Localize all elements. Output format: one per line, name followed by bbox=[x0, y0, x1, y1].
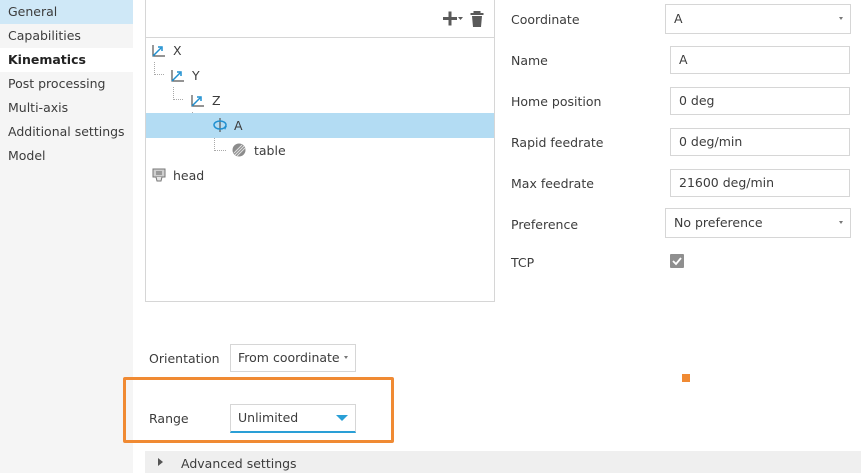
tree-node-label: X bbox=[173, 43, 182, 58]
tree-node-x[interactable]: X bbox=[146, 38, 494, 63]
add-axis-button[interactable] bbox=[442, 9, 464, 29]
orientation-label: Orientation bbox=[149, 351, 220, 366]
trash-icon bbox=[470, 11, 484, 27]
sidebar-item-general[interactable]: General bbox=[0, 0, 133, 24]
rapid-feedrate-label: Rapid feedrate bbox=[511, 135, 604, 150]
sidebar-item-additional-settings[interactable]: Additional settings bbox=[0, 120, 133, 144]
table-icon bbox=[232, 143, 246, 157]
tree-node-a[interactable]: A bbox=[146, 113, 494, 138]
tcp-checkbox[interactable] bbox=[670, 254, 684, 268]
home-position-label: Home position bbox=[511, 94, 602, 109]
tree-node-label: Y bbox=[192, 68, 200, 83]
chevron-down-icon bbox=[344, 356, 348, 359]
plus-dropdown-icon bbox=[443, 11, 463, 26]
tree-toolbar bbox=[146, 0, 494, 38]
tree-node-y[interactable]: Y bbox=[146, 63, 494, 88]
advanced-settings-label: Advanced settings bbox=[181, 456, 297, 471]
tree-node-label: Z bbox=[212, 93, 221, 108]
linear-axis-icon bbox=[191, 95, 204, 107]
preference-select[interactable]: No preference bbox=[665, 208, 851, 238]
sidebar-item-capabilities[interactable]: Capabilities bbox=[0, 24, 133, 48]
tree-node-label: table bbox=[254, 143, 286, 158]
range-label: Range bbox=[149, 411, 189, 426]
range-select[interactable]: Unlimited bbox=[230, 404, 356, 433]
name-field[interactable]: A bbox=[670, 46, 850, 74]
linear-axis-icon bbox=[152, 45, 165, 57]
kinematics-tree: X Y Z A table head bbox=[145, 0, 495, 302]
settings-sidebar: General Capabilities Kinematics Post pro… bbox=[0, 0, 133, 473]
home-position-field[interactable]: 0 deg bbox=[670, 87, 850, 115]
tree-node-label: head bbox=[173, 168, 205, 183]
chevron-down-icon bbox=[839, 221, 843, 224]
checkmark-icon bbox=[672, 257, 682, 266]
rotary-axis-icon bbox=[213, 118, 227, 132]
cursor-marker bbox=[682, 374, 690, 382]
coordinate-label: Coordinate bbox=[511, 12, 580, 27]
chevron-down-icon bbox=[336, 415, 348, 421]
rapid-feedrate-field[interactable]: 0 deg/min bbox=[670, 128, 850, 156]
tree-node-z[interactable]: Z bbox=[146, 88, 494, 113]
preference-value: No preference bbox=[674, 215, 763, 230]
linear-axis-icon bbox=[171, 70, 184, 82]
tree-node-table[interactable]: table bbox=[146, 138, 494, 163]
name-label: Name bbox=[511, 53, 548, 68]
head-icon bbox=[152, 168, 166, 182]
advanced-settings-expander[interactable]: Advanced settings bbox=[145, 451, 861, 473]
preference-label: Preference bbox=[511, 217, 579, 232]
sidebar-item-model[interactable]: Model bbox=[0, 144, 133, 168]
chevron-down-icon bbox=[839, 17, 843, 20]
sidebar-item-multi-axis[interactable]: Multi-axis bbox=[0, 96, 133, 120]
tcp-label: TCP bbox=[511, 255, 535, 270]
coordinate-value: A bbox=[674, 11, 683, 26]
sidebar-item-kinematics[interactable]: Kinematics bbox=[0, 48, 133, 72]
chevron-right-icon bbox=[158, 458, 163, 466]
max-feedrate-field[interactable]: 21600 deg/min bbox=[670, 169, 850, 197]
coordinate-select[interactable]: A bbox=[665, 4, 851, 34]
orientation-select[interactable]: From coordinate bbox=[230, 344, 356, 372]
tree-node-label: A bbox=[234, 118, 243, 133]
orientation-value: From coordinate bbox=[238, 350, 340, 365]
range-value: Unlimited bbox=[238, 410, 299, 425]
tree-node-head[interactable]: head bbox=[146, 163, 494, 188]
sidebar-item-post-processing[interactable]: Post processing bbox=[0, 72, 133, 96]
delete-axis-button[interactable] bbox=[469, 9, 485, 29]
max-feedrate-label: Max feedrate bbox=[511, 176, 594, 191]
